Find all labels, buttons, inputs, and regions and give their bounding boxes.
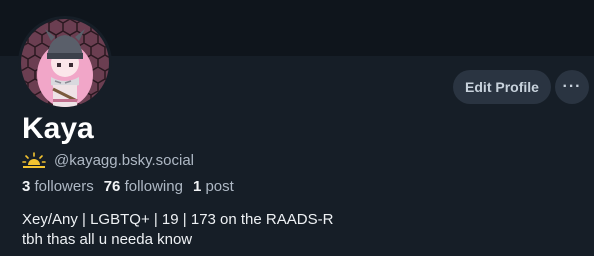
following-label: following bbox=[124, 178, 183, 195]
following-count: 76 bbox=[103, 178, 121, 195]
profile-bio: Xey/Any | LGBTQ+ | 19 | 173 on the RAADS… bbox=[22, 210, 333, 250]
followers-count: 3 bbox=[22, 178, 31, 195]
edit-profile-button[interactable]: Edit Profile bbox=[453, 70, 551, 104]
bio-line: tbh thas all u needa know bbox=[22, 231, 193, 248]
handle[interactable]: @kayagg.bsky.social bbox=[54, 152, 194, 169]
avatar[interactable] bbox=[18, 16, 112, 110]
followers-stat[interactable]: 3 followers bbox=[22, 178, 94, 195]
handle-row: @kayagg.bsky.social bbox=[22, 150, 194, 170]
posts-count: 1 bbox=[192, 178, 202, 195]
followers-label: followers bbox=[34, 178, 94, 195]
display-name: Kaya bbox=[22, 112, 94, 145]
profile-stats: 3 followers 76 following 1 post bbox=[22, 178, 234, 195]
more-options-button[interactable]: ··· bbox=[555, 70, 589, 104]
bio-line: Xey/Any | LGBTQ+ | 19 | 173 on the RAADS… bbox=[22, 211, 334, 228]
posts-stat: 1 post bbox=[193, 178, 234, 195]
avatar-image bbox=[21, 19, 109, 107]
posts-label: post bbox=[205, 178, 234, 195]
following-stat[interactable]: 76 following bbox=[104, 178, 183, 195]
sun-emoji-icon bbox=[22, 152, 46, 168]
